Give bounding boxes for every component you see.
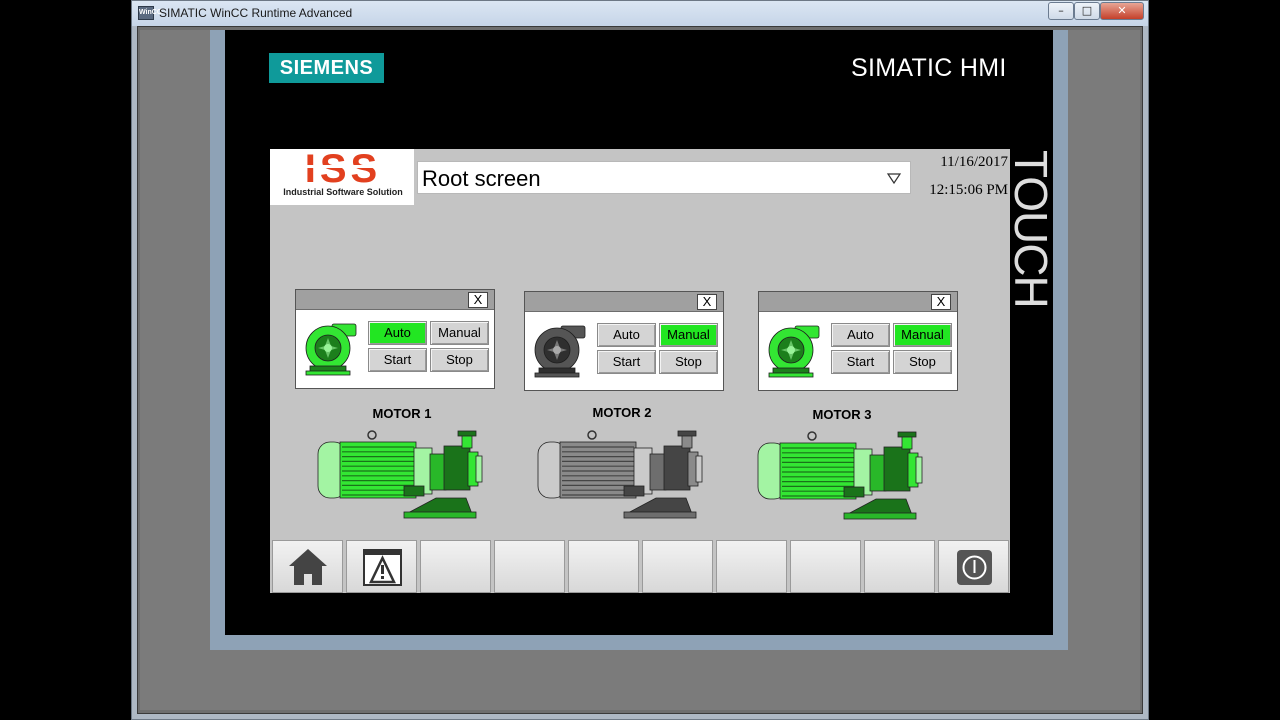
window-titlebar[interactable]: WinCC SIMATIC WinCC Runtime Advanced – □…: [132, 1, 1148, 26]
maximize-icon: □: [1081, 4, 1093, 17]
start-button[interactable]: Start: [831, 350, 890, 374]
manual-button[interactable]: Manual: [893, 323, 952, 347]
auto-button[interactable]: Auto: [597, 323, 656, 347]
auto-button[interactable]: Auto: [831, 323, 890, 347]
function-key-9[interactable]: [864, 540, 935, 593]
iss-logo-letters: ISS: [304, 147, 382, 191]
start-button[interactable]: Start: [368, 348, 427, 372]
pump-faceplate-3: X Auto Manual Start Stop: [758, 291, 958, 391]
iss-logo-stripe: [278, 165, 408, 168]
pump-faceplate-2: X Auto Manual Start Stop: [524, 291, 724, 391]
auto-button[interactable]: Auto: [368, 321, 427, 345]
manual-button[interactable]: Manual: [659, 323, 718, 347]
hmi-root-screen: ISS Industrial Software Solution Root sc…: [270, 149, 1010, 593]
motor-1-label: MOTOR 1: [372, 406, 432, 421]
home-button[interactable]: [272, 540, 343, 593]
exit-runtime-button[interactable]: [938, 540, 1009, 593]
screen-selector-dropdown[interactable]: Root screen: [417, 161, 911, 194]
alarm-view-button[interactable]: [346, 540, 417, 593]
function-key-8[interactable]: [790, 540, 861, 593]
manual-button[interactable]: Manual: [430, 321, 489, 345]
close-icon: ✕: [1117, 4, 1127, 17]
desktop-background: WinCC SIMATIC WinCC Runtime Advanced – □…: [0, 0, 1280, 720]
motor-1-icon[interactable]: [316, 428, 498, 524]
faceplate-close-button[interactable]: X: [697, 294, 717, 310]
window-title: SIMATIC WinCC Runtime Advanced: [159, 6, 353, 20]
chevron-down-icon: [886, 173, 902, 185]
iss-logo-subtitle: Industrial Software Solution: [283, 187, 403, 197]
maximize-button[interactable]: □: [1074, 2, 1100, 20]
minimize-button[interactable]: –: [1048, 2, 1074, 20]
minimize-icon: –: [1058, 4, 1064, 17]
start-button[interactable]: Start: [597, 350, 656, 374]
function-key-3[interactable]: [420, 540, 491, 593]
function-key-bar: [270, 538, 1010, 593]
pump-icon: [768, 325, 820, 378]
stop-button[interactable]: Stop: [893, 350, 952, 374]
home-icon: [289, 549, 327, 585]
motor-3-label: MOTOR 3: [812, 407, 872, 422]
screen-selector-value: Root screen: [422, 166, 541, 191]
faceplate-header[interactable]: [296, 290, 494, 310]
alarm-warning-icon: [363, 549, 402, 586]
power-icon: [957, 550, 992, 585]
faceplate-close-button[interactable]: X: [468, 292, 488, 308]
siemens-logo: SIEMENS: [269, 53, 384, 83]
faceplate-header[interactable]: [759, 292, 957, 312]
stop-button[interactable]: Stop: [430, 348, 489, 372]
function-key-7[interactable]: [716, 540, 787, 593]
wincc-app-icon[interactable]: WinCC: [138, 6, 162, 20]
function-key-5[interactable]: [568, 540, 639, 593]
faceplate-header[interactable]: [525, 292, 723, 312]
date-display: 11/16/2017: [940, 154, 1008, 170]
pump-icon: [534, 325, 586, 378]
function-key-6[interactable]: [642, 540, 713, 593]
motor-2-icon[interactable]: [536, 428, 718, 524]
close-button[interactable]: ✕: [1100, 2, 1144, 20]
function-key-4[interactable]: [494, 540, 565, 593]
stop-button[interactable]: Stop: [659, 350, 718, 374]
touch-label: TOUCH: [1005, 150, 1057, 308]
time-display: 12:15:06 PM: [929, 182, 1008, 198]
pump-icon: [305, 323, 357, 376]
motor-2-label: MOTOR 2: [592, 405, 652, 420]
pump-faceplate-1: X Auto Manual Start Stop: [295, 289, 495, 389]
motor-3-icon[interactable]: [756, 429, 938, 525]
faceplate-close-button[interactable]: X: [931, 294, 951, 310]
iss-logo: ISS Industrial Software Solution: [270, 149, 414, 205]
product-label: SIMATIC HMI: [851, 54, 1007, 82]
